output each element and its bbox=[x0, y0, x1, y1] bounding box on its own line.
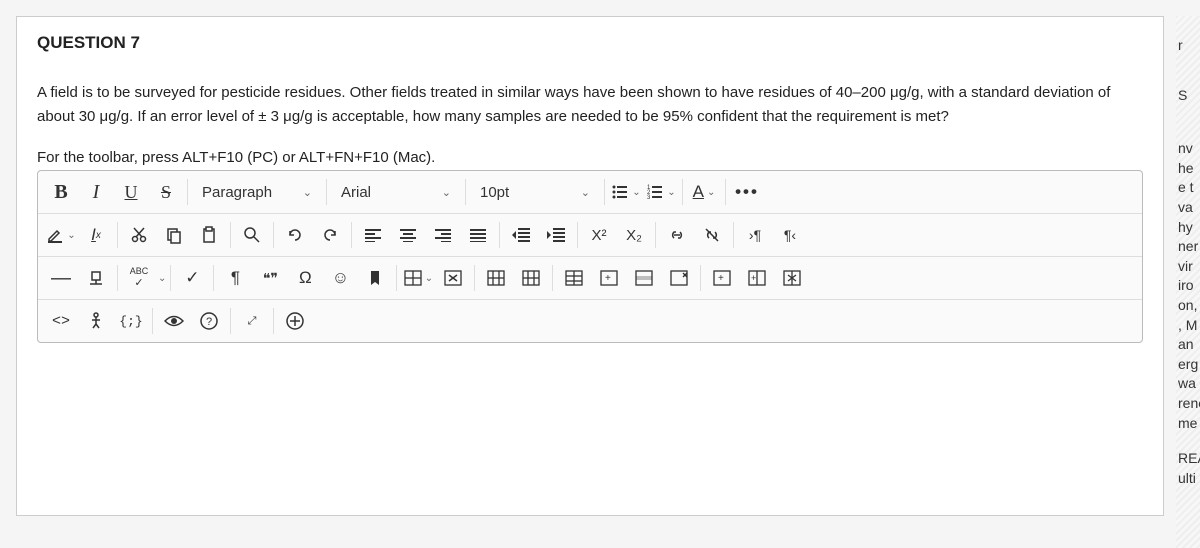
undo-button[interactable] bbox=[278, 218, 312, 252]
help-button[interactable]: ? bbox=[192, 304, 226, 338]
cutoff-sidebar-text: r S nv he e t va hy ner vir iro on, , M … bbox=[1176, 16, 1200, 548]
superscript-button[interactable]: X² bbox=[582, 218, 616, 252]
paste-button[interactable] bbox=[192, 218, 226, 252]
editor-toolbar: B I U S Paragraph ⌄ Arial ⌄ 10pt ⌄ ⌄ bbox=[37, 170, 1143, 343]
emoji-button[interactable]: ☺ bbox=[323, 261, 357, 295]
insert-link-button[interactable] bbox=[660, 218, 694, 252]
toolbar-row-4: <> {;} ? ⤢ bbox=[38, 300, 1142, 342]
align-center-button[interactable] bbox=[391, 218, 425, 252]
insert-col-left-button[interactable] bbox=[557, 261, 591, 295]
insert-table-button[interactable]: ⌄ bbox=[401, 261, 435, 295]
font-family-select[interactable]: Arial ⌄ bbox=[331, 175, 461, 209]
chevron-down-icon: ⌄ bbox=[707, 187, 715, 198]
font-color-button[interactable]: A ⌄ bbox=[687, 175, 721, 209]
outdent-button[interactable] bbox=[504, 218, 538, 252]
chevron-down-icon: ⌄ bbox=[442, 186, 451, 199]
chevron-down-icon: ⌄ bbox=[632, 187, 640, 198]
svg-text:+: + bbox=[718, 273, 724, 284]
table-delete-button[interactable] bbox=[436, 261, 470, 295]
keyboard-shortcut-button[interactable] bbox=[79, 304, 113, 338]
highlight-color-button[interactable]: ⌄ bbox=[44, 218, 78, 252]
rtl-button[interactable]: ¶‹ bbox=[773, 218, 807, 252]
merge-cells-button[interactable]: + bbox=[705, 261, 739, 295]
font-family-label: Arial bbox=[341, 184, 371, 201]
long-dash-button[interactable]: — bbox=[44, 261, 78, 295]
align-left-button[interactable] bbox=[356, 218, 390, 252]
show-blocks-button[interactable]: ¶ bbox=[218, 261, 252, 295]
paragraph-format-select[interactable]: Paragraph ⌄ bbox=[192, 175, 322, 209]
chevron-down-icon: ⌄ bbox=[425, 273, 433, 284]
chevron-down-icon: ⌄ bbox=[581, 186, 590, 199]
question-text: A field is to be surveyed for pesticide … bbox=[37, 81, 1143, 129]
svg-text:+: + bbox=[605, 273, 611, 284]
delete-col-button[interactable] bbox=[662, 261, 696, 295]
italic-button[interactable]: I bbox=[79, 175, 113, 209]
align-justify-button[interactable] bbox=[461, 218, 495, 252]
indent-button[interactable] bbox=[539, 218, 573, 252]
bullet-list-button[interactable]: ⌄ bbox=[609, 175, 643, 209]
fullscreen-button[interactable]: ⤢ bbox=[235, 304, 269, 338]
toolbar-row-1: B I U S Paragraph ⌄ Arial ⌄ 10pt ⌄ ⌄ bbox=[38, 171, 1142, 214]
subscript-button[interactable]: X₂ bbox=[617, 218, 651, 252]
insert-row-above-button[interactable] bbox=[479, 261, 513, 295]
question-title: QUESTION 7 bbox=[37, 33, 1143, 53]
checkmark-button[interactable]: ✓ bbox=[175, 261, 209, 295]
bold-button[interactable]: B bbox=[44, 175, 78, 209]
chevron-down-icon: ⌄ bbox=[303, 186, 312, 199]
special-char-button[interactable]: Ω bbox=[288, 261, 322, 295]
insert-row-below-button[interactable] bbox=[514, 261, 548, 295]
font-size-select[interactable]: 10pt ⌄ bbox=[470, 175, 600, 209]
ltr-button[interactable]: ›¶ bbox=[738, 218, 772, 252]
clear-formatting-button[interactable]: Ix bbox=[79, 218, 113, 252]
spellcheck-button[interactable]: ABC ✓ bbox=[122, 261, 156, 295]
underline-button[interactable]: U bbox=[114, 175, 148, 209]
toolbar-row-2: ⌄ Ix bbox=[38, 214, 1142, 257]
anchor-button[interactable] bbox=[358, 261, 392, 295]
chevron-down-icon: ⌄ bbox=[667, 187, 675, 198]
copy-button[interactable] bbox=[157, 218, 191, 252]
table-remove-button[interactable] bbox=[775, 261, 809, 295]
remove-link-button[interactable] bbox=[695, 218, 729, 252]
font-size-label: 10pt bbox=[480, 184, 509, 201]
add-content-button[interactable] bbox=[278, 304, 312, 338]
nbsp-button[interactable] bbox=[79, 261, 113, 295]
chevron-down-icon: ⌄ bbox=[158, 273, 166, 284]
svg-text:+: + bbox=[751, 273, 756, 283]
align-right-button[interactable] bbox=[426, 218, 460, 252]
split-cells-button[interactable]: + bbox=[740, 261, 774, 295]
chevron-down-icon: ⌄ bbox=[67, 230, 75, 241]
numbered-list-button[interactable]: 123 ⌄ bbox=[644, 175, 678, 209]
toolbar-row-3: — ABC ✓ ⌄ ✓ ¶ ❝❞ Ω ☺ ⌄ bbox=[38, 257, 1142, 300]
strikethrough-button[interactable]: S bbox=[149, 175, 183, 209]
svg-text:3: 3 bbox=[647, 195, 651, 201]
delete-row-button[interactable] bbox=[627, 261, 661, 295]
insert-col-right-button[interactable]: + bbox=[592, 261, 626, 295]
svg-text:?: ? bbox=[206, 316, 212, 328]
preview-button[interactable] bbox=[157, 304, 191, 338]
cut-button[interactable] bbox=[122, 218, 156, 252]
redo-button[interactable] bbox=[313, 218, 347, 252]
html-code-button[interactable]: <> bbox=[44, 304, 78, 338]
blockquote-button[interactable]: ❝❞ bbox=[253, 261, 287, 295]
find-replace-button[interactable] bbox=[235, 218, 269, 252]
toolbar-hint: For the toolbar, press ALT+F10 (PC) or A… bbox=[37, 149, 1143, 166]
more-button[interactable]: ••• bbox=[730, 175, 764, 209]
paragraph-format-label: Paragraph bbox=[202, 184, 272, 201]
css-class-button[interactable]: {;} bbox=[114, 304, 148, 338]
